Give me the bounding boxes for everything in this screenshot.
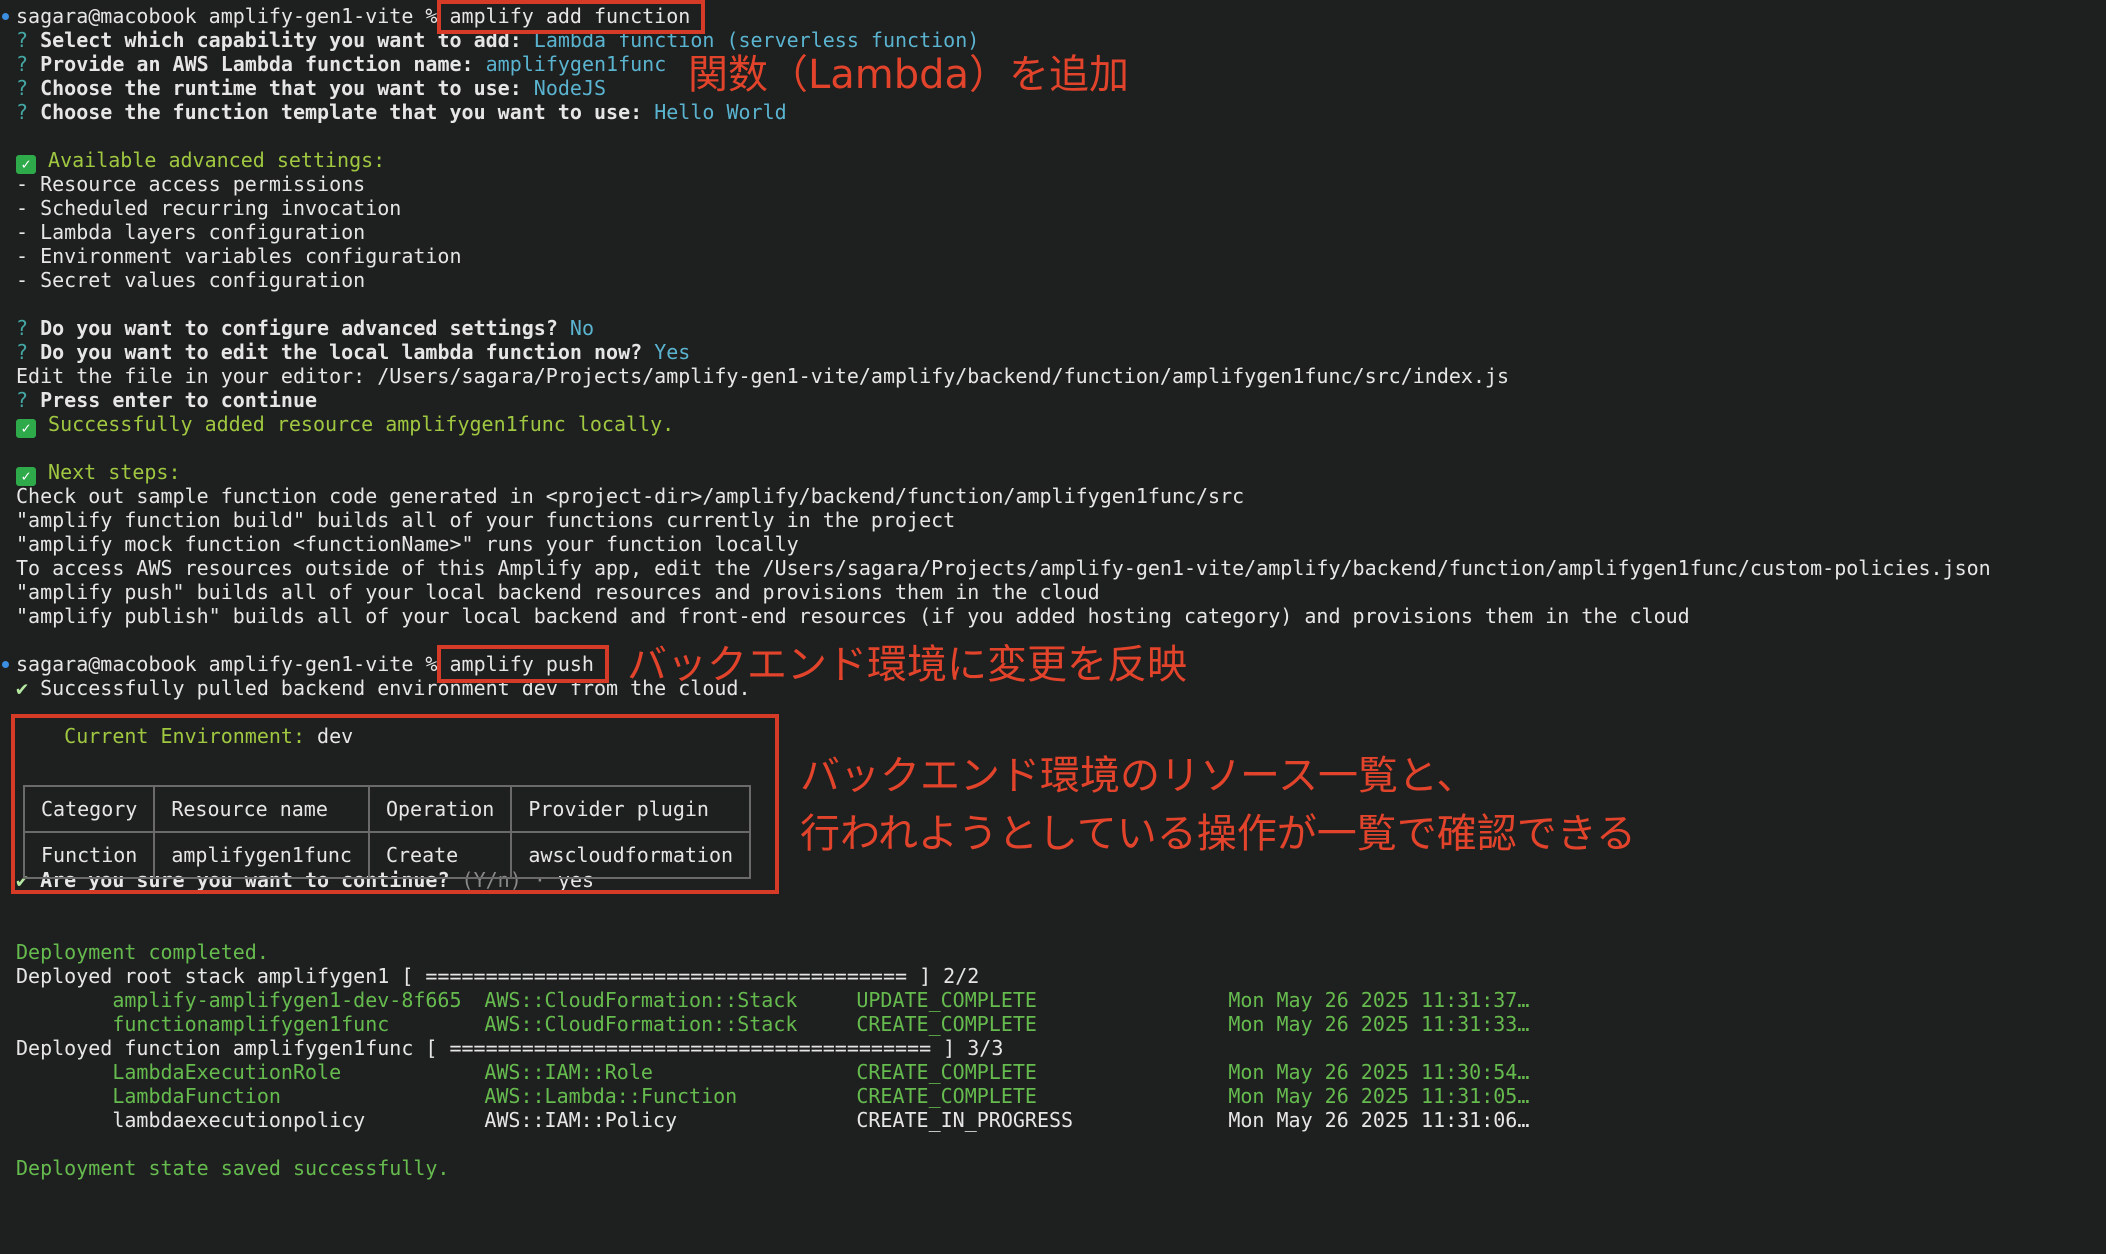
- highlight-box-add-function: [437, 0, 705, 34]
- annotation-table-line2: 行われようとしている操作が一覧で確認できる: [800, 811, 1636, 857]
- resource-row-pending: lambdaexecutionpolicy AWS::IAM::Policy CRE…: [16, 1108, 2096, 1132]
- resource-status: CREATE_COMPLETE: [856, 1084, 1037, 1108]
- question-line: ? Choose the function template that you …: [16, 100, 787, 124]
- resource-status: CREATE_COMPLETE: [856, 1060, 1037, 1084]
- next-steps-title: Next steps:: [48, 460, 181, 484]
- annotation-table-line1: バックエンド環境のリソース一覧と、: [800, 753, 1477, 799]
- resource-type: AWS::IAM::Policy: [484, 1108, 677, 1132]
- question-text: Do you want to edit the local lambda fun…: [40, 340, 643, 364]
- question-text: Choose the runtime that you want to use:: [40, 76, 522, 100]
- resource-time: Mon May 26 2025 11:30:54…: [1228, 1060, 1530, 1084]
- prompt-line: sagara@macobook amplify-gen1-vite % ampl…: [16, 4, 2096, 28]
- next-steps-title-line: ✓ Next steps:: [16, 460, 2096, 486]
- advanced-item: - Environment variables configuration: [16, 244, 462, 268]
- resource-row: LambdaExecutionRole AWS::IAM::Role CREATE_…: [16, 1060, 2096, 1084]
- advanced-title: Available advanced settings:: [48, 148, 386, 172]
- question-text: Do you want to configure advanced settin…: [40, 316, 558, 340]
- resource-time: Mon May 26 2025 11:31:33…: [1228, 1012, 1530, 1036]
- press-enter-text: Press enter to continue: [40, 388, 318, 412]
- shell-prompt: sagara@macobook amplify-gen1-vite %: [16, 4, 438, 28]
- success-line: ✓ Successfully added resource amplifygen…: [16, 412, 2096, 438]
- question-text: Provide an AWS Lambda function name:: [40, 52, 474, 76]
- resource-status: CREATE_IN_PROGRESS: [856, 1108, 1074, 1132]
- state-saved-line: Deployment state saved successfully.: [16, 1156, 450, 1180]
- advanced-item: - Resource access permissions: [16, 172, 366, 196]
- resource-time: Mon May 26 2025 11:31:06…: [1228, 1108, 1530, 1132]
- resource-time: Mon May 26 2025 11:31:37…: [1228, 988, 1530, 1012]
- resource-type: AWS::IAM::Role: [484, 1060, 653, 1084]
- advanced-item: - Lambda layers configuration: [16, 220, 366, 244]
- resource-status: UPDATE_COMPLETE: [856, 988, 1037, 1012]
- resource-name: functionamplifygen1func: [112, 1012, 390, 1036]
- success-text: Successfully added resource amplifygen1f…: [48, 412, 675, 436]
- resource-time: Mon May 26 2025 11:31:05…: [1228, 1084, 1530, 1108]
- next-step-line: "amplify function build" builds all of y…: [16, 508, 956, 532]
- next-step-line: Check out sample function code generated…: [16, 484, 1245, 508]
- prompt-marker-dot: [2, 13, 9, 20]
- highlight-box-resource-table: [11, 714, 779, 894]
- question-text: Choose the function template that you wa…: [40, 100, 643, 124]
- press-enter-line: ? Press enter to continue: [16, 388, 318, 412]
- shell-prompt: sagara@macobook amplify-gen1-vite %: [16, 652, 438, 676]
- annotation-push: バックエンド環境に変更を反映: [627, 642, 1187, 688]
- answer-text: No: [569, 316, 594, 340]
- resource-name: amplify-amplifygen1-dev-8f665: [112, 988, 462, 1012]
- next-step-line: To access AWS resources outside of this …: [16, 556, 1991, 580]
- advanced-title-line: ✓ Available advanced settings:: [16, 148, 2096, 174]
- resource-name: LambdaExecutionRole: [112, 1060, 342, 1084]
- resource-row: amplify-amplifygen1-dev-8f665 AWS::CloudF…: [16, 988, 2096, 1012]
- prompt-marker-dot: [2, 661, 9, 668]
- root-stack-line: Deployed root stack amplifygen1 [ ======…: [16, 964, 980, 988]
- question-line: ? Do you want to edit the local lambda f…: [16, 340, 691, 364]
- answer-text: Yes: [654, 340, 691, 364]
- advanced-item: - Secret values configuration: [16, 268, 366, 292]
- edit-path-line: Edit the file in your editor: /Users/sag…: [16, 364, 1510, 388]
- deployment-completed-line: Deployment completed.: [16, 940, 269, 964]
- question-line: ? Do you want to configure advanced sett…: [16, 316, 594, 340]
- resource-type: AWS::Lambda::Function: [484, 1084, 738, 1108]
- answer-text: NodeJS: [533, 76, 607, 100]
- answer-text: amplifygen1func: [485, 52, 667, 76]
- function-stack-line: Deployed function amplifygen1func [ ====…: [16, 1036, 1004, 1060]
- next-step-line: "amplify publish" builds all of your loc…: [16, 604, 1690, 628]
- resource-row: LambdaFunction AWS::Lambda::Function CREAT…: [16, 1084, 2096, 1108]
- advanced-item: - Scheduled recurring invocation: [16, 196, 402, 220]
- resource-status: CREATE_COMPLETE: [856, 1012, 1037, 1036]
- answer-text: Hello World: [654, 100, 787, 124]
- next-step-line: "amplify push" builds all of your local …: [16, 580, 1100, 604]
- resource-name: LambdaFunction: [112, 1084, 281, 1108]
- resource-type: AWS::CloudFormation::Stack: [484, 1012, 798, 1036]
- resource-name: lambdaexecutionpolicy: [112, 1108, 366, 1132]
- highlight-box-push: [437, 645, 609, 683]
- resource-row: functionamplifygen1func AWS::CloudFormati…: [16, 1012, 2096, 1036]
- tick-icon: ✔: [16, 676, 29, 700]
- annotation-add-function: 関数（Lambda）を追加: [688, 52, 1130, 98]
- resource-type: AWS::CloudFormation::Stack: [484, 988, 798, 1012]
- check-mark-icon: ✓: [16, 419, 36, 438]
- terminal-output: sagara@macobook amplify-gen1-vite % ampl…: [16, 4, 2096, 1180]
- next-step-line: "amplify mock function <functionName>" r…: [16, 532, 799, 556]
